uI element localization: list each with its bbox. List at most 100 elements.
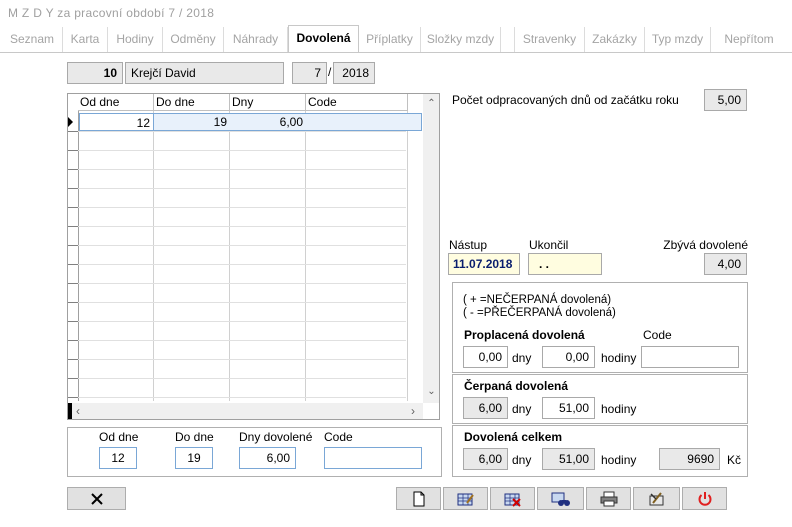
grid-row-line [68, 150, 406, 151]
grid-row-line [68, 321, 406, 322]
indicator-row-line [68, 245, 78, 246]
paid-vacation-label: Proplacená dovolená [464, 328, 585, 342]
used-hours-input[interactable]: 51,00 [542, 397, 595, 419]
indicator-row-line [68, 321, 78, 322]
grid-row-line [68, 207, 406, 208]
tools-icon [649, 491, 663, 505]
indicator-row-line [68, 302, 78, 303]
scroll-left-icon[interactable]: ‹ [76, 404, 80, 418]
vertical-scrollbar[interactable]: ⌃ ⌄ [423, 94, 439, 403]
edit-grid-icon [457, 493, 474, 505]
grid-row-line [68, 378, 406, 379]
employee-name: Krejčí David [125, 62, 284, 84]
edit-code-label: Code [324, 430, 353, 444]
indicator-row-line [68, 226, 78, 227]
paid-hours-unit: hodiny [601, 351, 637, 365]
indicator-row-line [68, 378, 78, 379]
total-hours-value: 51,00 [542, 448, 595, 470]
nastup-label: Nástup [449, 238, 488, 252]
col-od-dne[interactable]: Od dne [78, 94, 154, 111]
cell-do[interactable]: 19 [154, 113, 230, 131]
tab-odmeny[interactable]: Odměny [163, 27, 224, 52]
tab-seznam[interactable]: Seznam [2, 27, 63, 52]
edit-dny-input[interactable]: 6,00 [239, 447, 296, 469]
paid-days-input[interactable]: 0,00 [463, 346, 508, 368]
tools-button[interactable] [633, 487, 680, 510]
code-input[interactable] [641, 346, 739, 368]
zbyva-label: Zbývá dovolené [663, 238, 748, 252]
grid-row-line [68, 283, 406, 284]
currency-unit: Kč [727, 453, 742, 467]
edit-od-label: Od dne [99, 430, 139, 444]
edit-do-input[interactable]: 19 [175, 447, 213, 469]
indicator-row-line [68, 359, 78, 360]
printer-icon [600, 491, 617, 506]
grid-row-line [68, 359, 406, 360]
tab-priplatky[interactable]: Příplatky [359, 27, 421, 52]
indicator-row-line [68, 188, 78, 189]
paid-hours-input[interactable]: 0,00 [542, 346, 595, 368]
tab-underline [0, 52, 792, 53]
grid-row-line [68, 302, 406, 303]
total-days-value: 6,00 [463, 448, 508, 470]
power-icon [698, 491, 711, 506]
grid-row-line [68, 169, 406, 170]
tab-stravenky[interactable]: Stravenky [515, 27, 585, 52]
scroll-down-icon[interactable]: ⌄ [427, 387, 436, 397]
tab-nahrady[interactable]: Náhrady [224, 27, 288, 52]
tab-nepritom[interactable]: Nepřítom [711, 27, 787, 52]
used-days-value: 6,00 [463, 397, 508, 419]
col-do-dne[interactable]: Do dne [154, 94, 230, 111]
tab-zakazky[interactable]: Zakázky [585, 27, 645, 52]
close-button[interactable] [67, 487, 126, 510]
new-document-icon [413, 491, 424, 506]
scroll-right-icon[interactable]: › [411, 404, 415, 418]
window-title: M Z D Y za pracovní období 7 / 2018 [8, 6, 215, 20]
grid-row-line [68, 340, 406, 341]
grid-row-line [68, 226, 406, 227]
grid-row-line [68, 264, 406, 265]
cell-code[interactable] [306, 113, 408, 131]
period-year: 2018 [333, 62, 375, 84]
total-vacation-label: Dovolená celkem [464, 430, 563, 444]
indicator-row-line [68, 283, 78, 284]
tab-hodiny[interactable]: Hodiny [108, 27, 163, 52]
indicator-row-line [68, 397, 78, 398]
cell-od[interactable]: 12 [79, 113, 154, 131]
edit-record-button[interactable] [443, 487, 488, 510]
horizontal-scrollbar[interactable]: ‹ › [68, 403, 423, 419]
scroll-up-icon[interactable]: ⌃ [427, 99, 436, 109]
edit-do-label: Do dne [175, 430, 214, 444]
power-button[interactable] [682, 487, 727, 510]
binoculars-icon [551, 492, 570, 506]
code-label: Code [643, 328, 672, 342]
vacation-grid[interactable]: Od dne Do dne Dny dovolené Code 12 19 6,… [67, 93, 440, 420]
legend-minus: ( - =PŘEČERPANÁ dovolená) [463, 307, 616, 319]
edit-code-input[interactable] [324, 447, 422, 469]
grid-row-line [68, 397, 406, 398]
ukoncil-field[interactable]: . . [528, 253, 602, 275]
col-code[interactable]: Code [306, 94, 408, 111]
col-dny-dovolene[interactable]: Dny dovolené [230, 94, 306, 126]
grid-row-line [68, 188, 406, 189]
indicator-row-line [68, 264, 78, 265]
find-record-button[interactable] [537, 487, 584, 510]
tab-typ-mzdy[interactable]: Typ mzdy [645, 27, 711, 52]
row-indicator-column [68, 94, 79, 401]
edit-od-input[interactable]: 12 [99, 447, 137, 469]
indicator-row-line [68, 169, 78, 170]
tab-dovolena[interactable]: Dovolená [288, 25, 359, 53]
used-vacation-label: Čerpaná dovolená [464, 379, 569, 393]
delete-record-button[interactable] [490, 487, 535, 510]
indicator-row-line [68, 340, 78, 341]
tab-karta[interactable]: Karta [63, 27, 108, 52]
grid-row-line [68, 245, 406, 246]
print-button[interactable] [586, 487, 631, 510]
new-record-button[interactable] [396, 487, 441, 510]
delete-grid-icon [504, 493, 521, 507]
nastup-field[interactable]: 11.07.2018 [448, 253, 520, 275]
indicator-row-line [68, 131, 78, 132]
tab-slozky-mzdy[interactable]: Složky mzdy [421, 27, 501, 52]
cell-dny[interactable]: 6,00 [230, 113, 306, 131]
scroll-thumb[interactable] [68, 403, 72, 419]
